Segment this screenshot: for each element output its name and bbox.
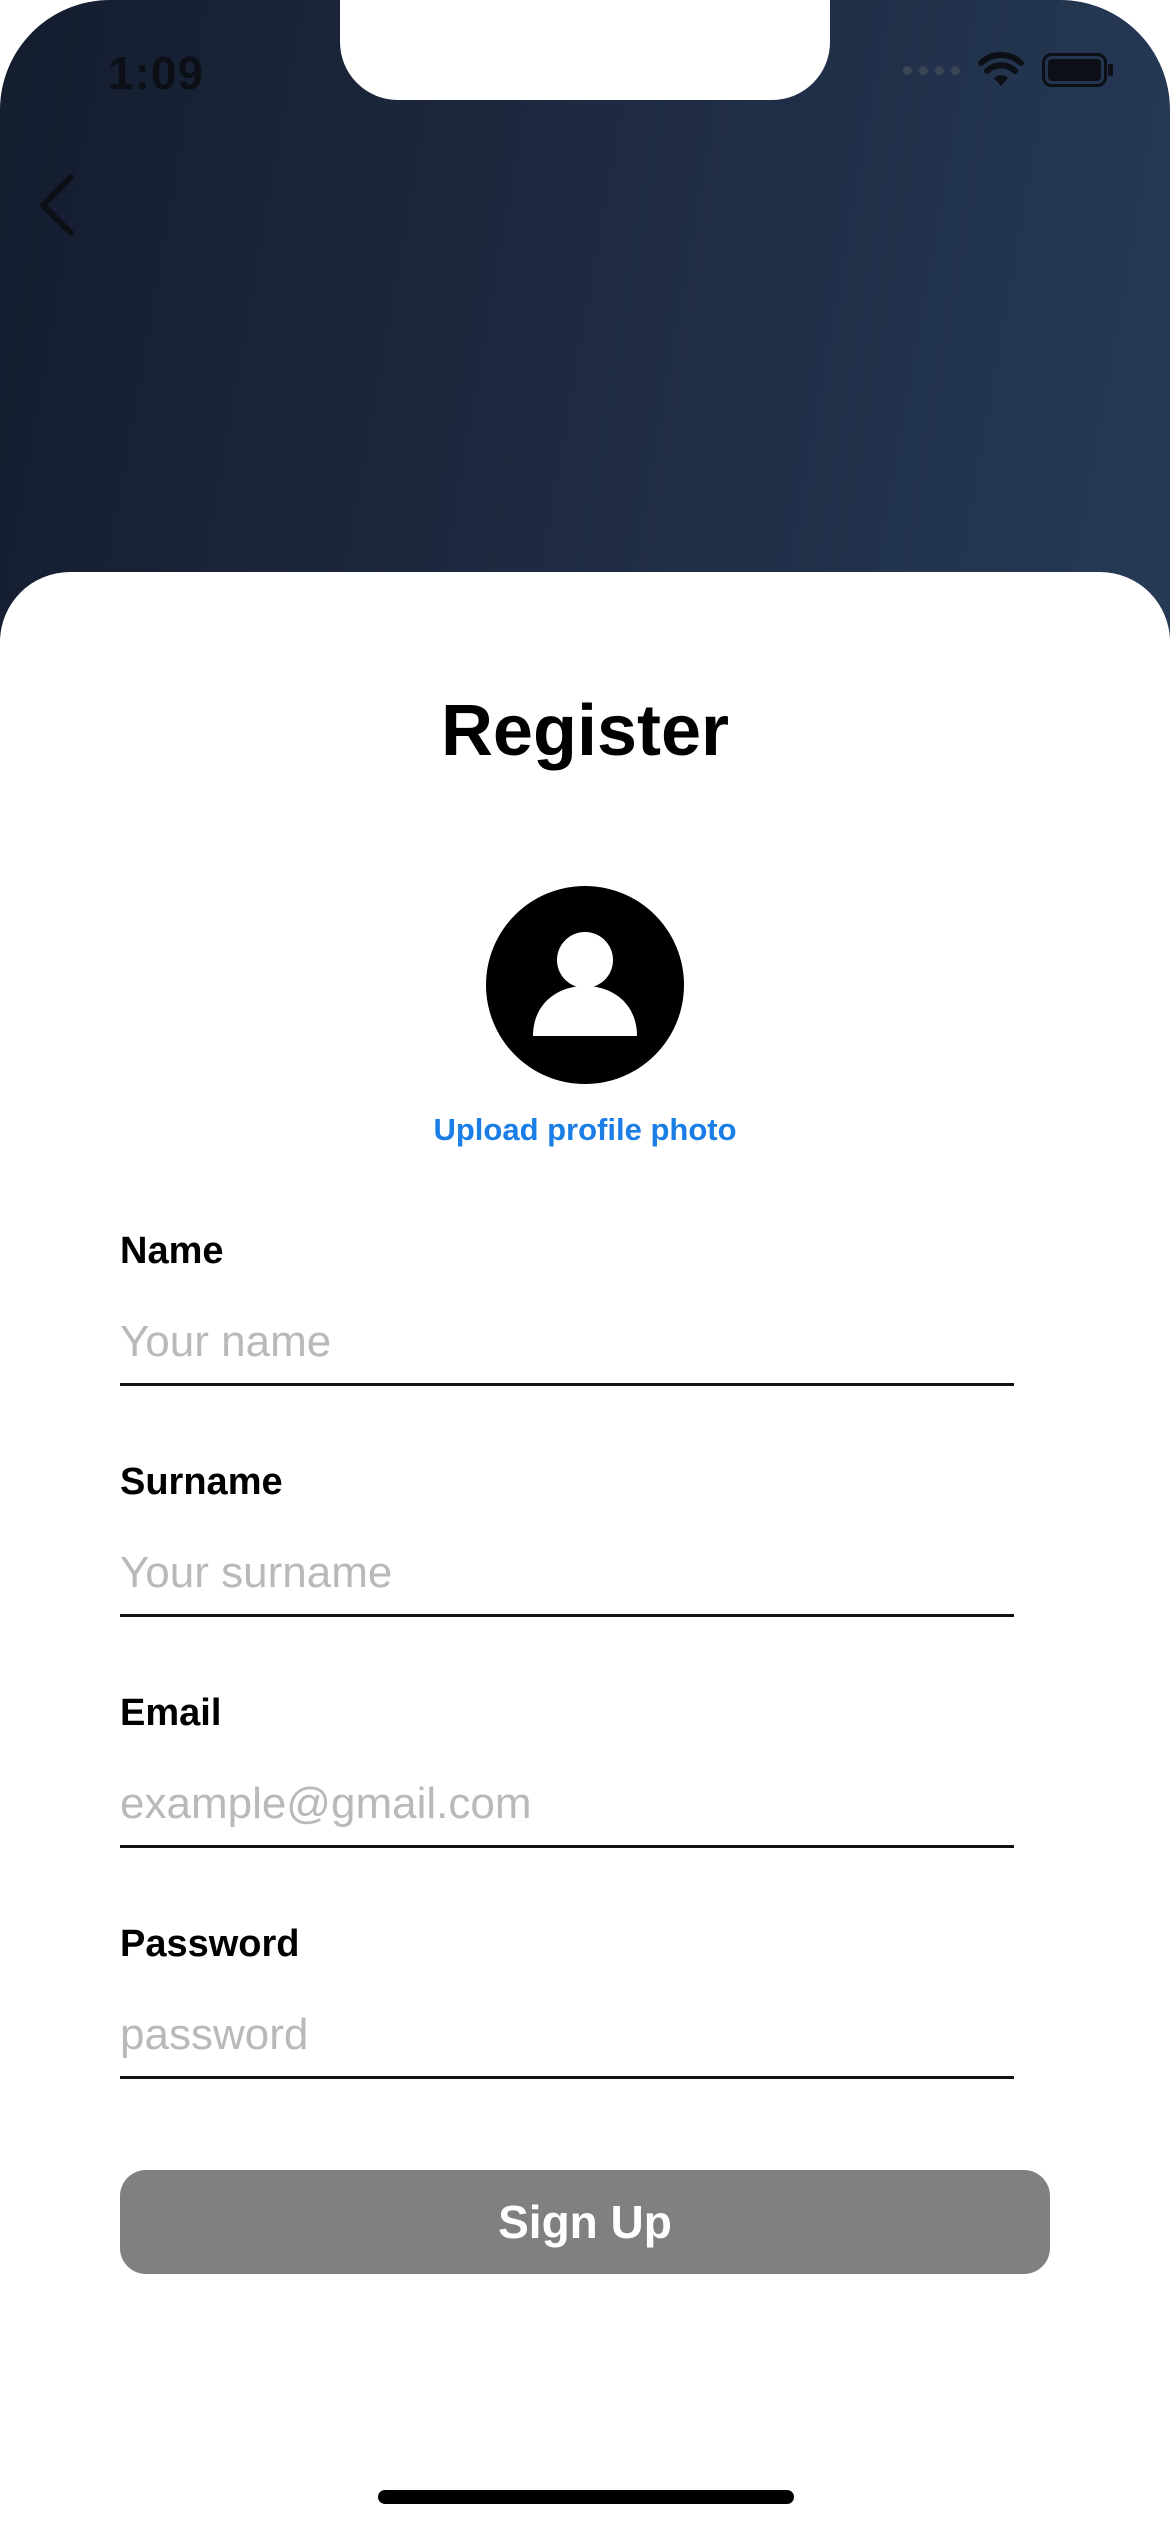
page-title: Register — [440, 691, 730, 771]
status-time: 1:09 — [108, 47, 205, 99]
name-field-group: Name — [120, 1230, 1014, 1410]
battery-icon — [1042, 53, 1113, 87]
email-label: Email — [120, 1692, 222, 1734]
password-field-group: Password — [120, 1923, 1014, 2103]
password-label: Password — [120, 1923, 300, 1965]
home-indicator — [378, 2490, 794, 2504]
surname-field-group: Surname — [120, 1461, 1014, 1641]
email-input[interactable] — [120, 1762, 1014, 1848]
email-field-group: Email — [120, 1692, 1014, 1872]
device-notch — [340, 0, 830, 100]
cellular-signal-icon — [903, 65, 960, 75]
user-placeholder-icon — [533, 932, 637, 1036]
surname-input[interactable] — [120, 1531, 1014, 1617]
profile-photo-avatar[interactable] — [486, 886, 684, 1084]
back-button[interactable] — [22, 170, 92, 240]
wifi-icon — [978, 52, 1024, 86]
sign-up-button[interactable]: Sign Up — [120, 2170, 1050, 2274]
register-screen: 1:09 Register Upload profile photo Name — [0, 0, 1170, 2532]
name-label: Name — [120, 1230, 224, 1272]
chevron-left-icon — [40, 174, 74, 236]
name-input[interactable] — [120, 1300, 1014, 1386]
status-icons — [903, 52, 1114, 88]
upload-photo-link[interactable]: Upload profile photo — [0, 1112, 1170, 1148]
password-input[interactable] — [120, 1993, 1014, 2079]
surname-label: Surname — [120, 1461, 283, 1503]
